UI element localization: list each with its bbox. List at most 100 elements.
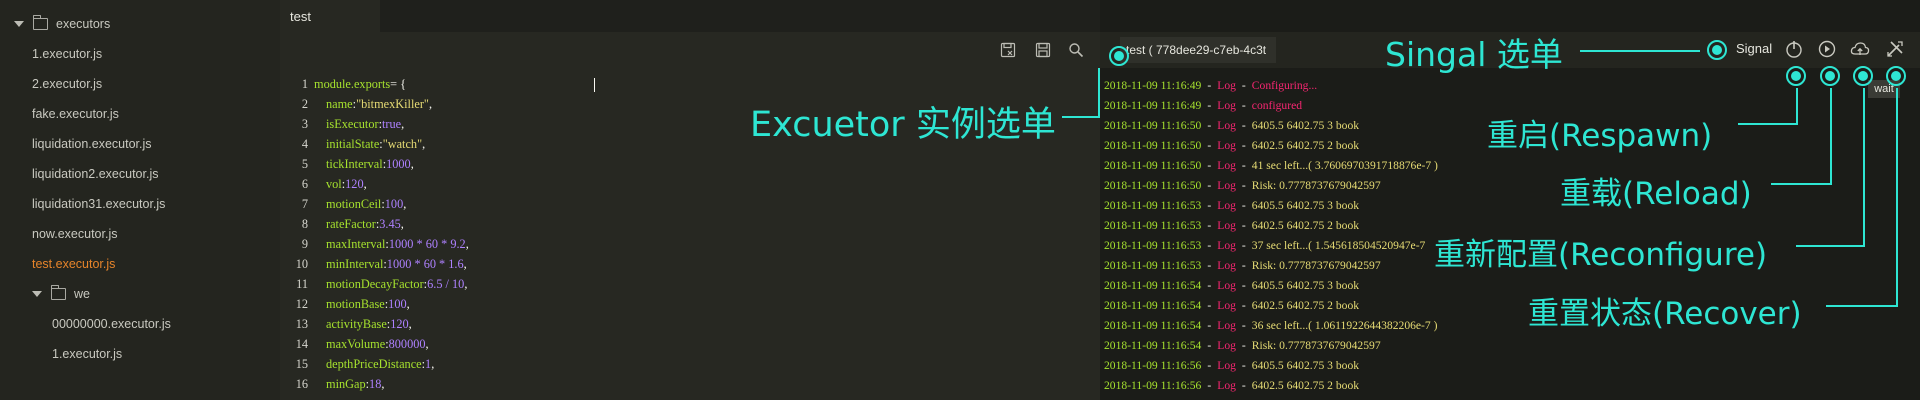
code-line[interactable]: 1 module.exports = { [280,74,1100,94]
log-line: 2018-11-09 11:16:54- Log - Risk: 0.77787376… [1104,338,1381,352]
log-timestamp: 2018-11-09 11:16:54 [1104,338,1202,352]
log-tag: Log [1217,78,1236,92]
code-line[interactable]: 5 tickInterval: 1000, [280,154,1100,174]
file-item[interactable]: 00000000.executor.js [52,312,171,336]
folder-icon [32,15,48,30]
log-tag: Log [1217,278,1236,292]
code-value: 120 [345,176,364,191]
code-key: motionBase [326,296,385,311]
log-message: Configuring... [1251,78,1318,92]
code-punct: , [464,276,468,291]
annotation-leader [1830,88,1832,185]
save-as-icon[interactable] [1000,42,1016,58]
folder-we[interactable]: we [32,282,90,306]
code-key: module.exports [314,76,391,91]
log-timestamp: 2018-11-09 11:16:53 [1104,238,1202,252]
editor-tab[interactable]: test [280,0,380,32]
tools-icon[interactable] [1884,38,1906,60]
code-punct: , [400,216,404,231]
log-timestamp: 2018-11-09 11:16:54 [1104,298,1202,312]
log-message: 36 sec left...( 1.0611922644382206e-7 ) [1251,318,1438,332]
code-value: 100 [384,196,404,211]
log-line: 2018-11-09 11:16:50- Log - Risk: 0.77787376… [1104,178,1381,192]
save-icon[interactable] [1035,42,1051,58]
line-number: 4 [301,136,308,151]
line-number: 10 [295,256,308,271]
log-tag: Log [1217,218,1236,232]
file-item[interactable]: 1.executor.js [52,342,122,366]
reload-icon[interactable] [1816,38,1838,60]
file-label: fake.executor.js [32,107,119,121]
code-line[interactable]: 12 motionBase: 100, [280,294,1100,314]
code-key: motionDecayFactor [326,276,424,291]
code-value: "watch" [382,136,423,151]
log-line: 2018-11-09 11:16:49- Log - Configuring... [1104,78,1318,92]
code-line[interactable]: 9 maxInterval: 1000 * 60 * 9.2, [280,234,1100,254]
code-line[interactable]: 11 motionDecayFactor: 6.5 / 10, [280,274,1100,294]
file-item[interactable]: liquidation31.executor.js [32,192,165,216]
signal-menu-label[interactable]: Signal [1736,41,1772,56]
line-number: 14 [295,336,308,351]
code-line[interactable]: 10 minInterval: 1000 * 60 * 1.6, [280,254,1100,274]
line-number: 11 [296,276,308,291]
annotation-executor-menu: Excuetor 实例选单 [750,105,1056,145]
code-value: 1000 [386,156,411,171]
code-key: maxVolume [326,336,386,351]
code-line[interactable]: 7 motionCeil: 100, [280,194,1100,214]
code-value: true [382,116,402,131]
log-line: 2018-11-09 11:16:53- Log -6405.5 6402.75 3… [1104,198,1360,212]
file-item[interactable]: liquidation2.executor.js [32,162,158,186]
code-punct: , [465,236,469,251]
log-tag: Log [1217,98,1236,112]
log-line: 2018-11-09 11:16:50- Log -6405.5 6402.75 3… [1104,118,1360,132]
log-timestamp: 2018-11-09 11:16:53 [1104,218,1202,232]
log-message: 37 sec left...( 1.545618504520947e-7 [1251,238,1426,252]
file-item[interactable]: now.executor.js [32,222,117,246]
code-punct: , [381,376,385,391]
file-item[interactable]: 1.executor.js [32,42,102,66]
file-item[interactable]: 2.executor.js [32,72,102,96]
file-item[interactable]: fake.executor.js [32,102,119,126]
code-value: 1000 * 60 * 1.6 [386,256,464,271]
code-punct: , [428,96,433,111]
power-icon[interactable] [1783,38,1805,60]
log-message: 41 sec left...( 3.7606970391718876e-7 ) [1251,158,1438,172]
log-message: 6402.5 6402.75 2 book [1251,378,1360,392]
code-key: depthPriceDistance [326,356,422,371]
annotation-leader [1896,88,1898,307]
log-timestamp: 2018-11-09 11:16:53 [1104,258,1202,272]
log-timestamp: 2018-11-09 11:16:56 [1104,358,1202,372]
log-timestamp: 2018-11-09 11:16:49 [1104,98,1202,112]
code-line[interactable]: 6 vol: 120, [280,174,1100,194]
code-punct: , [422,136,426,151]
annotation-leader [1796,88,1798,125]
log-tag: Log [1217,158,1236,172]
file-item-active[interactable]: test.executor.js [32,252,115,276]
annotation-leader [1062,116,1100,118]
annotation-signal-menu: Singal 选单 [1385,35,1563,74]
recover-marker [1886,66,1906,86]
log-timestamp: 2018-11-09 11:16:53 [1104,198,1202,212]
annotation-leader [1738,123,1798,125]
code-line[interactable]: 13 activityBase: 120, [280,314,1100,334]
file-label: liquidation31.executor.js [32,197,166,211]
file-item[interactable]: liquidation.executor.js [32,132,152,156]
log-tag: Log [1217,178,1236,192]
search-icon[interactable] [1068,42,1084,58]
log-message: 6402.5 6402.75 2 book [1251,298,1360,312]
annotation-leader [1826,305,1898,307]
code-line[interactable]: 14 maxVolume: 800000, [280,334,1100,354]
log-tag: Log [1217,258,1236,272]
log-line: 2018-11-09 11:16:49- Log - configured [1104,98,1303,112]
log-tag: Log [1217,198,1236,212]
text-cursor [594,78,595,92]
log-timestamp: 2018-11-09 11:16:56 [1104,378,1202,392]
file-label: test.executor.js [32,257,116,271]
folder-executors[interactable]: executors [14,12,110,36]
executor-instance-tab[interactable]: test ( 778dee29-c7eb-4c3t [1120,37,1277,63]
cloud-upload-icon[interactable] [1849,38,1871,60]
code-line[interactable]: 16 minGap: 18, [280,374,1100,394]
code-line[interactable]: 15 depthPriceDistance: 1, [280,354,1100,374]
code-line[interactable]: 8 rateFactor: 3.45, [280,214,1100,234]
annotation-reload: 重载(Reload) [1560,176,1752,212]
